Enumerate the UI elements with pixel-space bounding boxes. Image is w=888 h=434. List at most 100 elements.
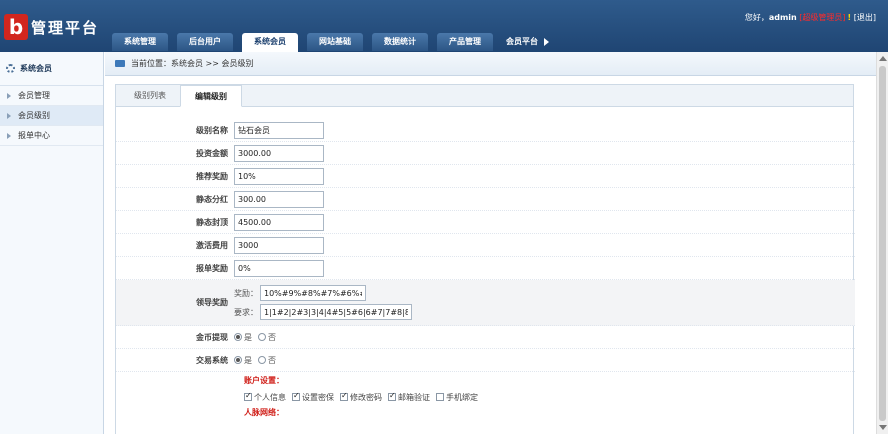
leadership-requirement: 要求： [234, 304, 412, 320]
logo-mark: b [4, 14, 28, 40]
check-security-question[interactable]: 设置密保 [292, 391, 334, 403]
check-change-password[interactable]: 修改密码 [340, 391, 382, 403]
form-row-leadership: 领导奖励 奖励： 要求： [116, 280, 855, 326]
form-row: 报单奖励 [116, 257, 855, 280]
form-row: 级别名称 [116, 119, 855, 142]
app-logo: b 管理平台 [4, 14, 104, 40]
checkbox-checked-icon[interactable] [388, 391, 396, 401]
check-label: 个人信息 [254, 392, 286, 402]
leadership-fields: 奖励： 要求： [234, 285, 412, 320]
account-settings-section: 账户设置： 个人信息 设置密保 修改密码 邮箱验证 手机绑定 人脉网络： [116, 372, 855, 422]
form-row: 静态分红 [116, 188, 855, 211]
gold-withdraw-radios: 是 否 [234, 332, 276, 343]
option-label: 是 [244, 332, 252, 342]
alert-icon: ! [847, 13, 852, 22]
top-header: b 管理平台 系统管理 后台用户 系统会员 网站基础 数据统计 产品管理 会员平… [0, 0, 888, 52]
reward-label: 奖励： [234, 288, 258, 298]
sidebar-item-label: 会员管理 [18, 91, 50, 100]
radio-unchecked-icon[interactable] [258, 333, 266, 341]
account-settings-checks: 个人信息 设置密保 修改密码 邮箱验证 手机绑定 [244, 390, 855, 404]
field-label: 静态封顶 [196, 217, 228, 227]
option-label: 否 [268, 332, 276, 342]
user-bar: 您好，admin [超级管理员]! [退出] [745, 12, 876, 23]
leadership-reward: 奖励： [234, 285, 412, 301]
sidebar-item-label: 会员级别 [18, 111, 50, 120]
nav-tab-member-platform[interactable]: 会员平台 [502, 33, 553, 51]
nav-tab-statistics[interactable]: 数据统计 [372, 33, 428, 51]
form-row: 静态封顶 [116, 211, 855, 234]
require-label: 要求： [234, 307, 258, 317]
sidebar-item-order-center[interactable]: 报单中心 [0, 126, 103, 146]
scroll-down-icon[interactable] [879, 425, 887, 430]
radio-checked-icon[interactable] [234, 333, 242, 341]
field-label: 级别名称 [196, 125, 228, 135]
scroll-thumb[interactable] [879, 66, 886, 421]
chevron-right-icon [7, 112, 11, 119]
logo-text: 管理平台 [31, 18, 100, 37]
nav-tab-system-members[interactable]: 系统会员 [242, 33, 298, 52]
location-icon [115, 60, 125, 67]
sidebar-item-member-level[interactable]: 会员级别 [0, 106, 103, 126]
gold-withdraw-yes[interactable]: 是 [234, 332, 252, 343]
nav-tab-backend-users[interactable]: 后台用户 [177, 33, 233, 51]
breadcrumb: 当前位置：系统会员 >> 会员级别 [105, 52, 888, 76]
field-label: 激活费用 [196, 240, 228, 250]
leadership-reward-input[interactable] [260, 285, 366, 301]
level-name-input[interactable] [234, 121, 324, 139]
breadcrumb-text: 当前位置：系统会员 >> 会员级别 [131, 59, 254, 68]
field-label: 金币提现 [196, 332, 228, 342]
logout-link[interactable]: [退出] [854, 13, 876, 22]
check-label: 设置密保 [302, 392, 334, 402]
form-row-trade-system: 交易系统 是 否 [116, 349, 855, 372]
form-row: 推荐奖励 [116, 165, 855, 188]
referral-reward-input[interactable] [234, 167, 324, 185]
main-nav: 系统管理 后台用户 系统会员 网站基础 数据统计 产品管理 会员平台 [112, 33, 562, 52]
username: admin [768, 13, 797, 22]
greeting: 您好， [744, 13, 769, 22]
checkbox-unchecked-icon[interactable] [436, 393, 444, 401]
scroll-up-icon[interactable] [879, 56, 887, 61]
checkbox-checked-icon[interactable] [340, 391, 348, 401]
form-row: 激活费用 [116, 234, 855, 257]
trade-system-no[interactable]: 否 [258, 355, 276, 366]
role-link[interactable]: [超级管理员] [799, 13, 845, 22]
radio-checked-icon[interactable] [234, 356, 242, 364]
field-label: 推荐奖励 [196, 171, 228, 181]
trade-system-yes[interactable]: 是 [234, 355, 252, 366]
chevron-right-icon [7, 132, 11, 139]
tab-edit-level[interactable]: 编辑级别 [180, 85, 242, 107]
gold-withdraw-no[interactable]: 否 [258, 332, 276, 343]
checkbox-checked-icon[interactable] [292, 391, 300, 401]
check-label: 手机绑定 [446, 392, 478, 402]
option-label: 否 [268, 355, 276, 365]
page-scrollbar[interactable] [876, 52, 888, 434]
radio-unchecked-icon[interactable] [258, 356, 266, 364]
field-label: 交易系统 [196, 355, 228, 365]
order-reward-input[interactable] [234, 259, 324, 277]
check-email-verify[interactable]: 邮箱验证 [388, 391, 430, 403]
sidebar-header: 系统会员 [0, 52, 103, 86]
form-row-gold-withdraw: 金币提现 是 否 [116, 326, 855, 349]
investment-amount-input[interactable] [234, 144, 324, 162]
check-personal-info[interactable]: 个人信息 [244, 391, 286, 403]
nav-tab-site-basics[interactable]: 网站基础 [307, 33, 363, 51]
tab-level-list[interactable]: 级别列表 [120, 85, 180, 106]
sidebar-item-member-management[interactable]: 会员管理 [0, 86, 103, 106]
static-cap-input[interactable] [234, 213, 324, 231]
sidebar-item-label: 报单中心 [18, 131, 50, 140]
check-phone-bind[interactable]: 手机绑定 [436, 392, 478, 403]
static-dividend-input[interactable] [234, 190, 324, 208]
field-label: 静态分红 [196, 194, 228, 204]
nav-more-label: 会员平台 [506, 37, 538, 46]
check-label: 邮箱验证 [398, 392, 430, 402]
content-tabs: 级别列表 编辑级别 [116, 85, 853, 107]
field-label: 报单奖励 [196, 263, 228, 273]
activation-fee-input[interactable] [234, 236, 324, 254]
nav-tab-products[interactable]: 产品管理 [437, 33, 493, 51]
content-panel: 级别列表 编辑级别 级别名称 投资金额 推荐奖励 静态分红 静态封顶 激活费用 [115, 84, 855, 434]
field-label: 领导奖励 [196, 298, 228, 307]
account-settings-title: 账户设置： [244, 376, 284, 385]
nav-tab-system-admin[interactable]: 系统管理 [112, 33, 168, 51]
leadership-requirement-input[interactable] [260, 304, 412, 320]
checkbox-checked-icon[interactable] [244, 391, 252, 401]
